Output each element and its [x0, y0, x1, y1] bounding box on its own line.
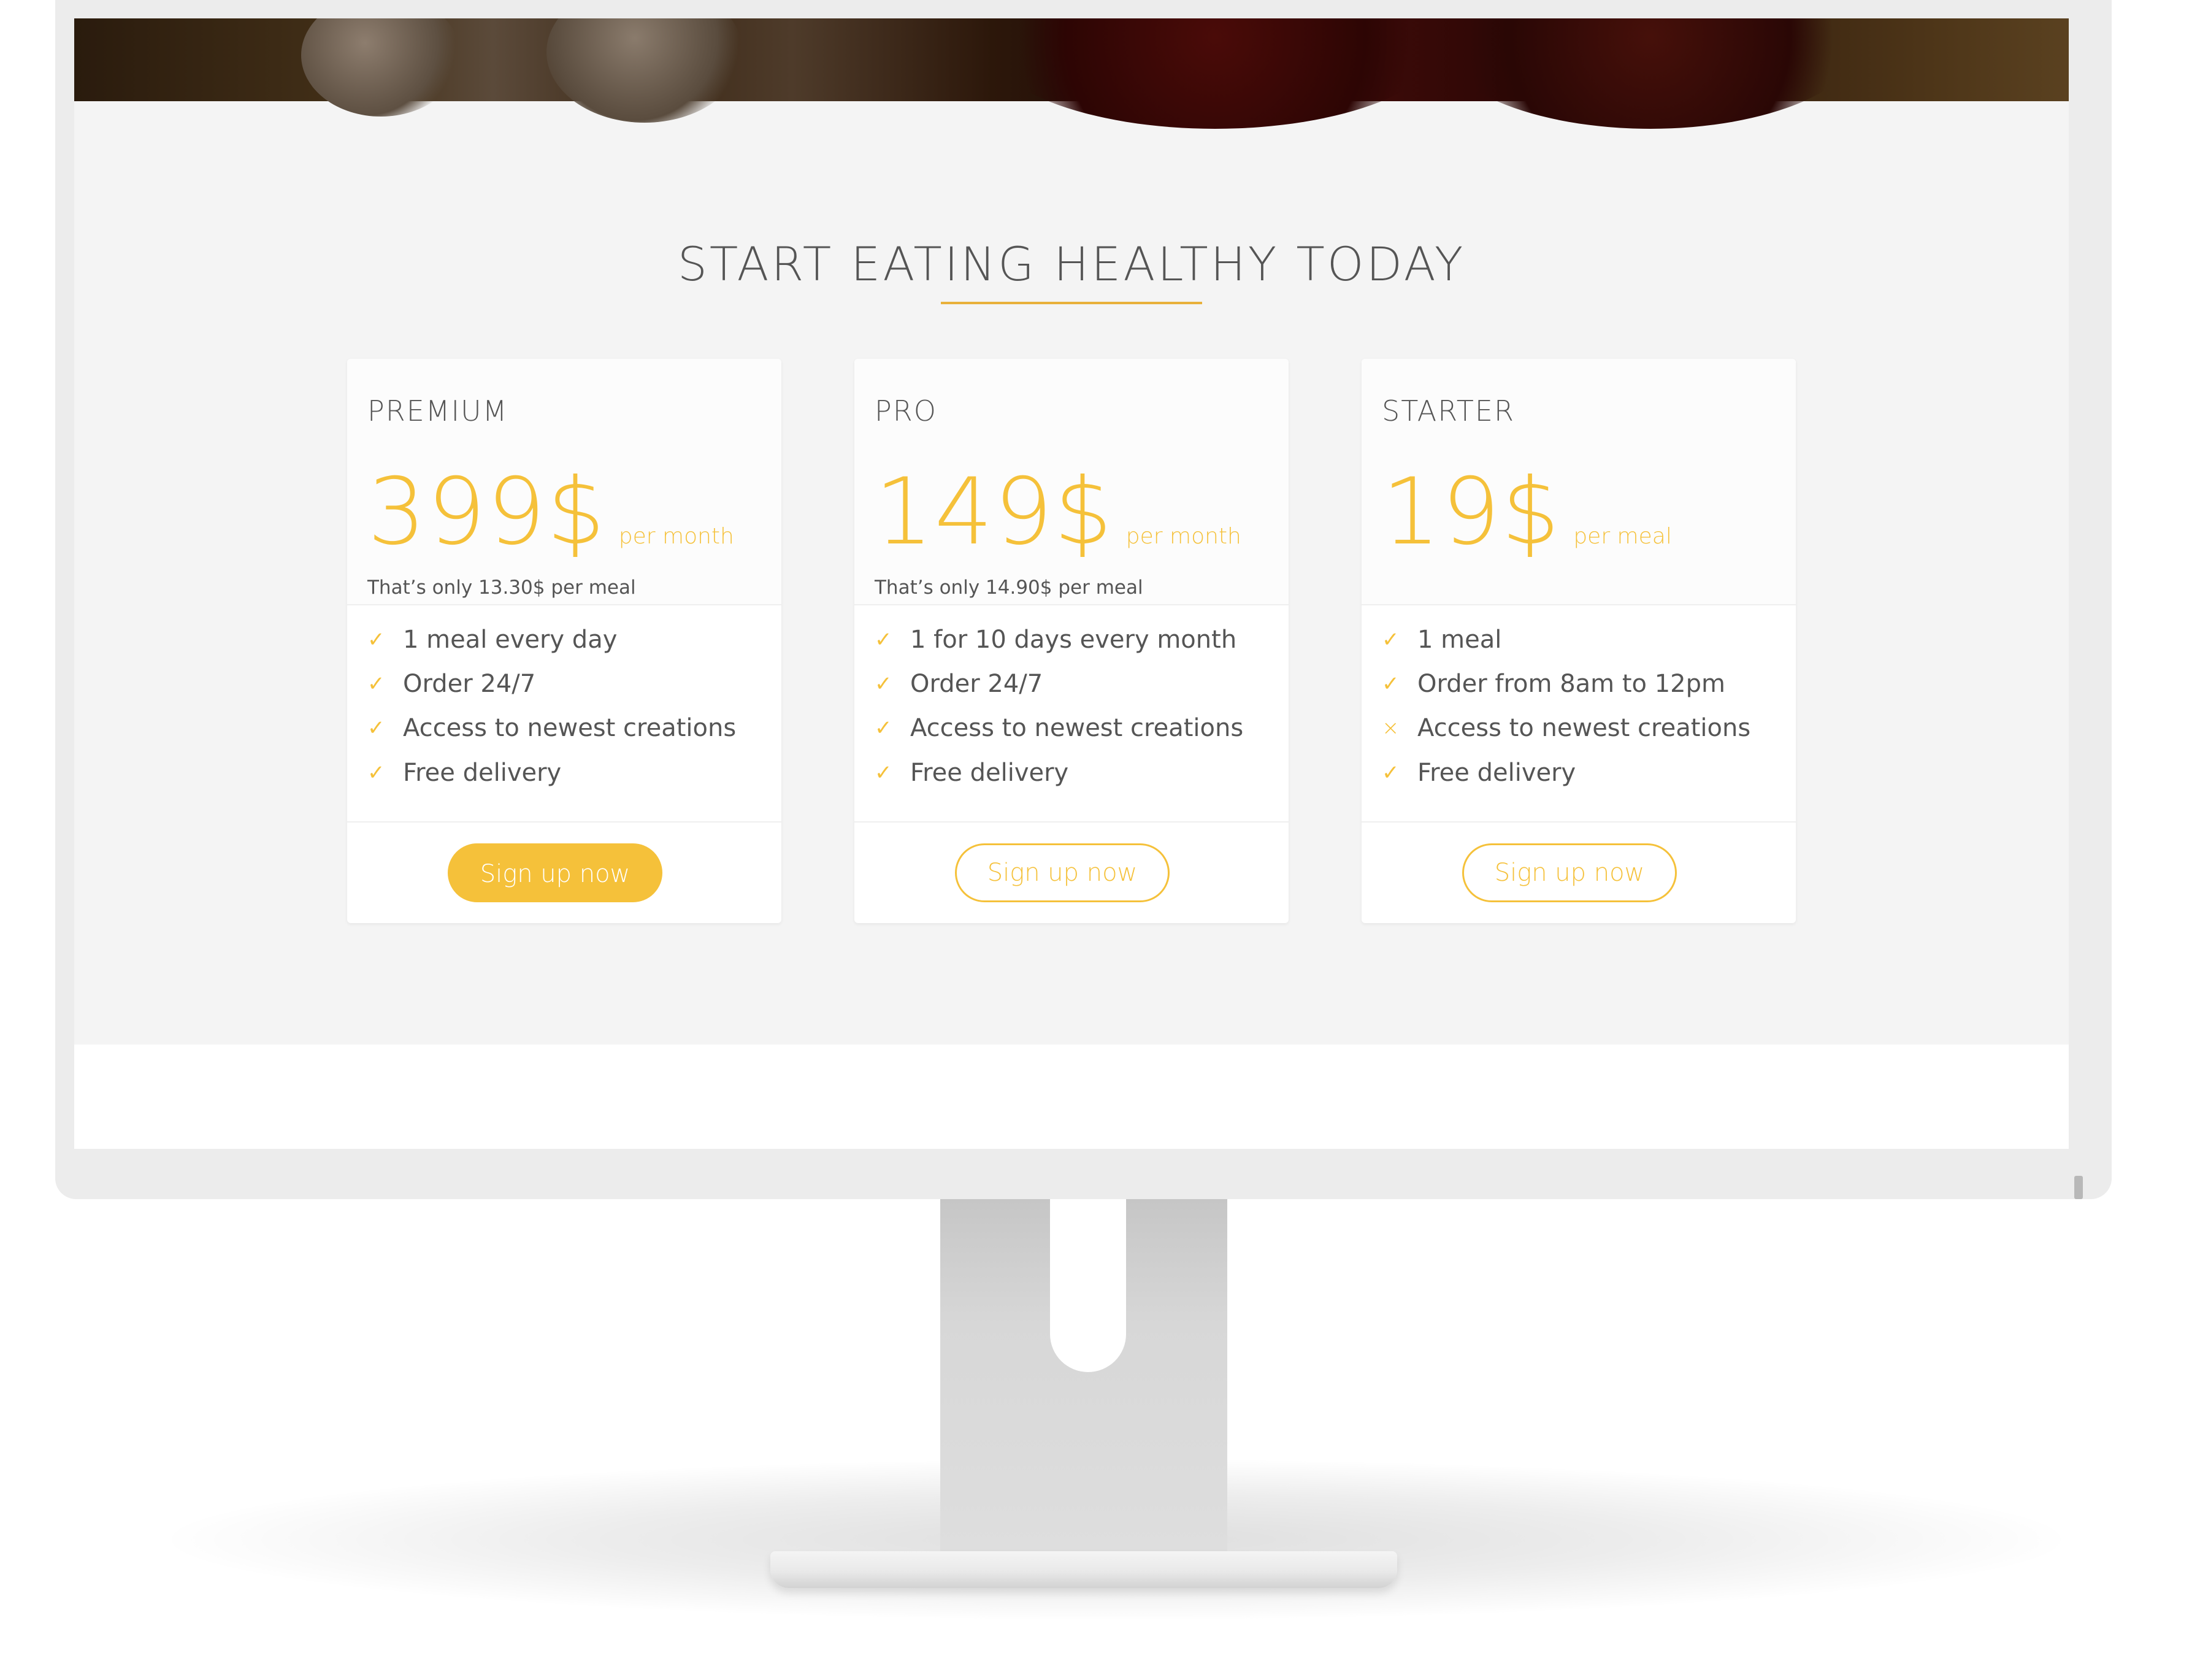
- feature-text: Free delivery: [910, 759, 1069, 787]
- feature-text: 1 meal: [1417, 626, 1502, 654]
- section-title: START EATING HEALTHY TODAY: [677, 237, 1466, 292]
- feature-item: ✓ 1 meal: [1382, 621, 1501, 658]
- monitor-stand-base: [770, 1551, 1397, 1588]
- title-underline: [941, 302, 1202, 304]
- plan-header: STARTER 19$ per meal: [1362, 359, 1796, 605]
- check-icon: ✓: [875, 627, 892, 652]
- price-amount: 399$: [367, 459, 607, 566]
- plan-price: 19$ per meal: [1382, 466, 1672, 558]
- check-icon: ✓: [1382, 627, 1400, 652]
- check-icon: ✓: [875, 761, 892, 785]
- feature-list: ✓ 1 meal every day ✓ Order 24/7 ✓ Access to…: [347, 605, 781, 823]
- plan-header: PRO 149$ per month That’s only 14.90$ per…: [854, 359, 1289, 605]
- check-icon: ✓: [1382, 761, 1400, 785]
- sign-up-button-premium[interactable]: Sign up now: [448, 843, 662, 902]
- plan-price: 149$ per month: [875, 466, 1241, 558]
- mushroom-image-fragment: [301, 18, 461, 117]
- monitor-power-indicator: [2074, 1176, 2083, 1199]
- plan-cta-area: Sign up now: [854, 823, 1289, 923]
- feature-text: Access to newest creations: [1417, 714, 1751, 742]
- mushroom-image-fragment: [546, 18, 743, 123]
- browser-viewport: START EATING HEALTHY TODAY PREMIUM 399$ p…: [74, 18, 2069, 1149]
- feature-text: Order 24/7: [910, 670, 1043, 698]
- plan-card-starter: STARTER 19$ per meal ✓ 1 meal ✓ Order from …: [1362, 359, 1796, 923]
- plan-name: PREMIUM: [367, 394, 508, 428]
- feature-item: ✓ Access to newest creations: [367, 710, 736, 746]
- feature-item: ✓ Access to newest creations: [875, 710, 1243, 746]
- plan-price: 399$ per month: [367, 466, 734, 558]
- feature-item: ✓ 1 for 10 days every month: [875, 621, 1236, 658]
- price-unit: per month: [618, 524, 734, 549]
- feature-item: ✓ 1 meal every day: [367, 621, 617, 658]
- feature-list: ✓ 1 for 10 days every month ✓ Order 24/7 ✓…: [854, 605, 1289, 823]
- check-icon: ✓: [367, 761, 385, 785]
- feature-item: ✓ Free delivery: [1382, 754, 1576, 791]
- feature-text: Access to newest creations: [910, 714, 1244, 742]
- next-section-start: [74, 1045, 2069, 1149]
- check-icon: ✓: [875, 672, 892, 696]
- feature-text: 1 meal every day: [403, 626, 618, 654]
- price-per-meal-note: That’s only 13.30$ per meal: [367, 577, 636, 599]
- feature-text: Free delivery: [403, 759, 562, 787]
- check-icon: ✓: [875, 716, 892, 740]
- check-icon: ✓: [1382, 672, 1400, 696]
- plan-cta-area: Sign up now: [1362, 823, 1796, 923]
- sign-up-button-starter[interactable]: Sign up now: [1462, 843, 1677, 902]
- plan-card-premium: PREMIUM 399$ per month That’s only 13.30$…: [347, 359, 781, 923]
- price-unit: per meal: [1573, 524, 1672, 549]
- feature-list: ✓ 1 meal ✓ Order from 8am to 12pm × Access …: [1362, 605, 1796, 823]
- plan-header: PREMIUM 399$ per month That’s only 13.30$…: [347, 359, 781, 605]
- feature-item: ✓ Free delivery: [875, 754, 1068, 791]
- feature-text: Order 24/7: [403, 670, 536, 698]
- feature-item: ✓ Order from 8am to 12pm: [1382, 665, 1725, 702]
- check-icon: ✓: [367, 716, 385, 740]
- feature-item: ✓ Order 24/7: [367, 665, 535, 702]
- plan-name: PRO: [875, 394, 937, 428]
- price-amount: 19$: [1382, 459, 1562, 566]
- check-icon: ✓: [367, 672, 385, 696]
- feature-item: × Access to newest creations: [1382, 710, 1750, 746]
- monitor-stand-cable-slot: [1050, 1199, 1126, 1372]
- plan-card-pro: PRO 149$ per month That’s only 14.90$ per…: [854, 359, 1289, 923]
- cross-icon: ×: [1382, 716, 1400, 740]
- feature-item: ✓ Free delivery: [367, 754, 561, 791]
- feature-text: Access to newest creations: [403, 714, 737, 742]
- tomato-image-fragment: [1436, 18, 1865, 129]
- price-per-meal-note: That’s only 14.90$ per meal: [875, 577, 1143, 599]
- plan-cta-area: Sign up now: [347, 823, 781, 923]
- feature-text: Order from 8am to 12pm: [1417, 670, 1725, 698]
- check-icon: ✓: [367, 627, 385, 652]
- feature-text: 1 for 10 days every month: [910, 626, 1237, 654]
- hero-image-strip: [74, 18, 2069, 129]
- sign-up-button-pro[interactable]: Sign up now: [955, 843, 1170, 902]
- price-amount: 149$: [875, 459, 1114, 566]
- feature-item: ✓ Order 24/7: [875, 665, 1043, 702]
- tomato-image-fragment: [982, 18, 1448, 129]
- plan-name: STARTER: [1382, 394, 1515, 428]
- price-unit: per month: [1125, 524, 1241, 549]
- feature-text: Free delivery: [1417, 759, 1576, 787]
